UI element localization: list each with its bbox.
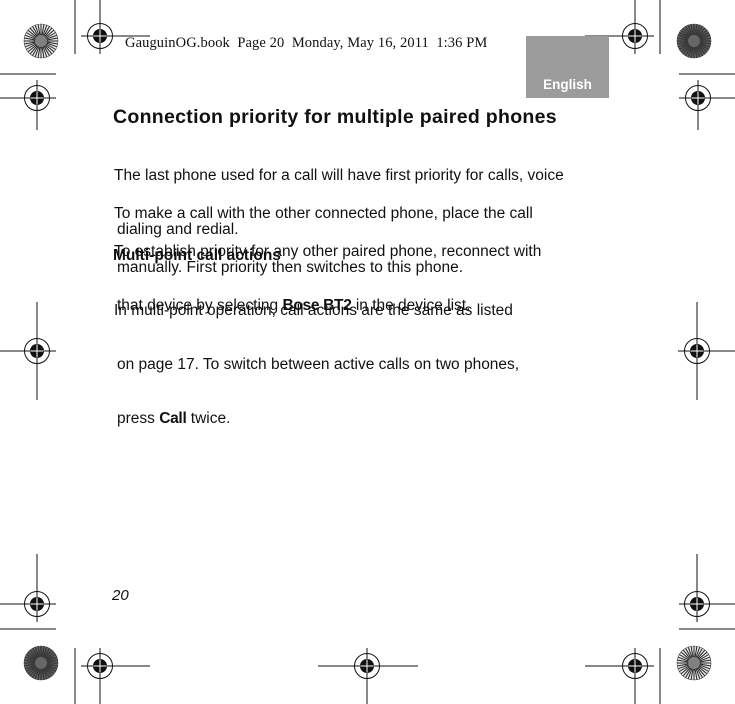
registration-mark-icon [679,80,735,130]
paragraph-line: In multi-point operation, call actions a… [114,302,513,319]
subsection-title: Multi-point call actions [113,247,281,264]
color-bar-starburst-icon [676,23,712,59]
registration-mark-icon [0,80,56,130]
registration-mark-icon [0,302,56,400]
print-slug: GauguinOG.book Page 20 Monday, May 16, 2… [125,35,488,51]
color-bar-starburst-icon [23,645,59,681]
registration-mark-icon [318,648,418,704]
text-run: press [117,410,160,427]
registration-mark-icon [679,554,735,622]
page-number: 20 [112,587,129,604]
language-tab-label: English [543,77,592,92]
registration-mark-icon [0,554,56,622]
registration-mark-icon [585,648,654,704]
paragraph-line: on page 17. To switch between active cal… [117,356,520,373]
paragraph-line: press Call twice. [114,410,519,428]
button-name-call: Call [159,410,187,427]
paragraph-multipoint: In multi-point operation, call actions a… [114,266,519,446]
text-run: twice. [186,410,231,427]
color-bar-starburst-icon [23,23,59,59]
language-tab: English [526,36,609,98]
registration-mark-icon [81,648,150,704]
section-title: Connection priority for multiple paired … [113,106,557,128]
registration-mark-icon [678,302,735,400]
color-bar-starburst-icon [676,645,712,681]
